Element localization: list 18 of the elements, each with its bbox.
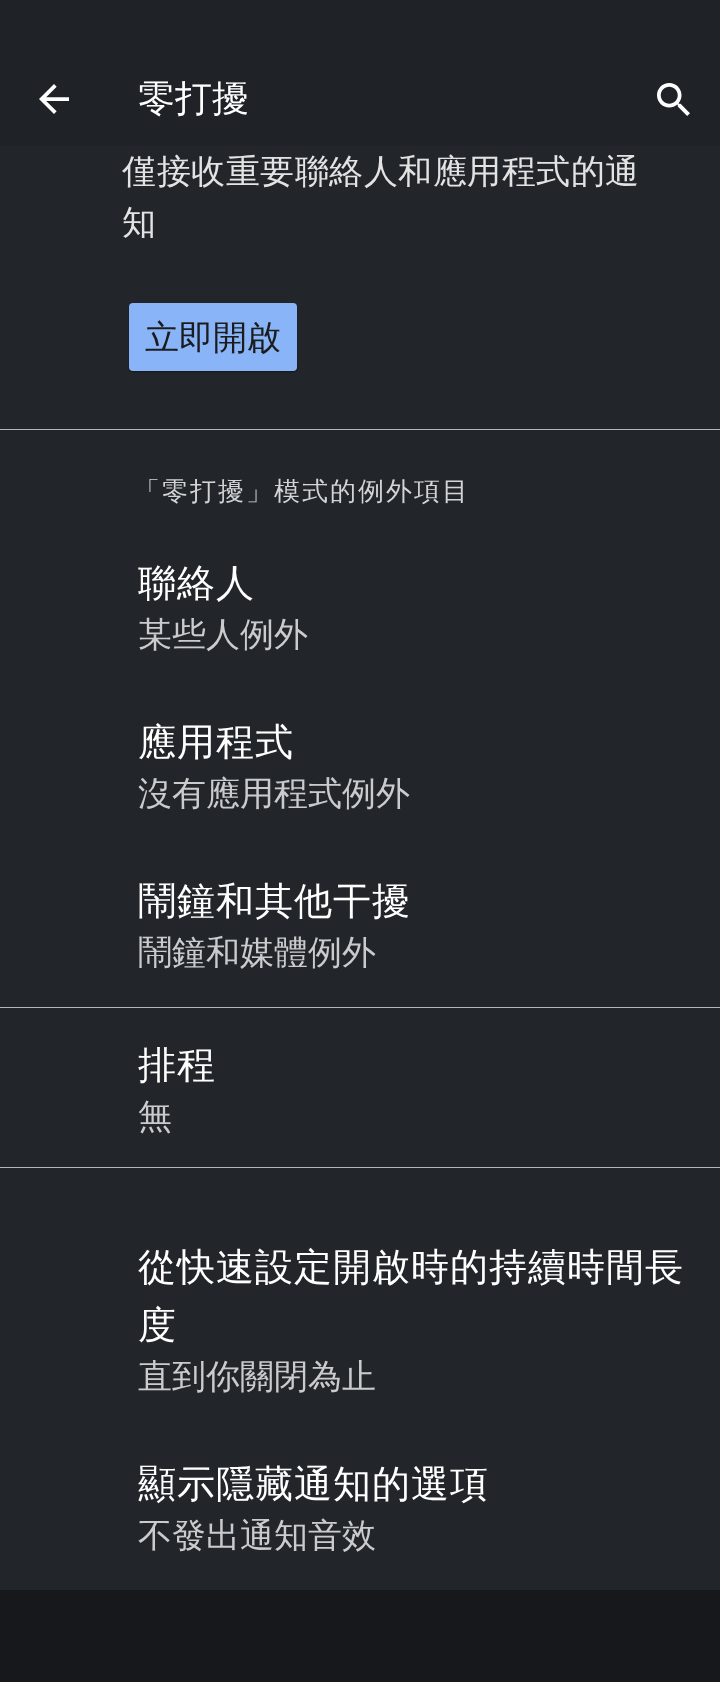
search-icon[interactable] — [657, 82, 690, 116]
setting-title[interactable]: 聯絡人 — [138, 554, 255, 612]
setting-summary: 沒有應用程式例外 — [138, 772, 410, 815]
section-header: 「零打擾」模式的例外項目 — [134, 475, 470, 508]
page-title: 零打擾 — [138, 77, 249, 121]
setting-title[interactable]: 從快速設定開啟時的持續時間長度 — [138, 1238, 698, 1354]
setting-title[interactable]: 顯示隱藏通知的選項 — [138, 1455, 489, 1513]
setting-summary: 不發出通知音效 — [138, 1514, 376, 1557]
setting-summary: 鬧鐘和媒體例外 — [138, 931, 376, 974]
setting-summary: 某些人例外 — [138, 613, 308, 656]
setting-title[interactable]: 應用程式 — [138, 713, 294, 771]
setting-title[interactable]: 鬧鐘和其他干擾 — [138, 872, 411, 930]
setting-summary: 無 — [138, 1095, 172, 1138]
setting-title[interactable]: 排程 — [138, 1036, 216, 1094]
turn-on-button[interactable]: 立即開啟 — [129, 303, 297, 371]
setting-summary: 直到你關閉為止 — [138, 1355, 376, 1398]
back-icon[interactable] — [39, 84, 69, 114]
description-text: 僅接收重要聯絡人和應用程式的通知 — [122, 150, 641, 244]
